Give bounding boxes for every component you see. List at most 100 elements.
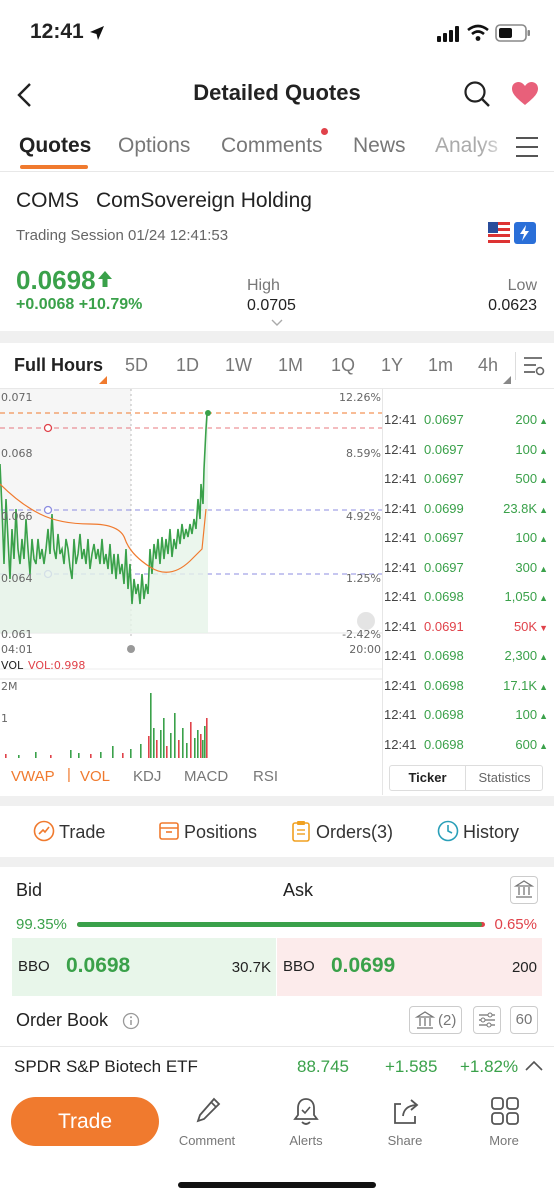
volume-bar bbox=[190, 722, 192, 758]
ticker-tab-group: Ticker Statistics bbox=[389, 765, 543, 791]
section-separator bbox=[0, 796, 554, 806]
bell-icon bbox=[293, 1098, 319, 1125]
ticker-volume-value: 100 bbox=[515, 707, 538, 722]
more-label: More bbox=[489, 1133, 519, 1148]
indicator-kdj[interactable]: KDJ bbox=[133, 768, 161, 785]
expand-chevron-icon[interactable] bbox=[271, 319, 283, 327]
indicator-separator: | bbox=[67, 766, 71, 783]
lightning-badge-icon[interactable] bbox=[514, 222, 536, 244]
indicator-vol[interactable]: VOL bbox=[80, 768, 110, 785]
ticker-price: 0.0697 bbox=[424, 530, 464, 545]
indicator-macd[interactable]: MACD bbox=[184, 768, 228, 785]
chevron-up-icon[interactable] bbox=[525, 1060, 543, 1072]
positions-action[interactable]: Positions bbox=[158, 820, 257, 843]
tab-options[interactable]: Options bbox=[118, 134, 190, 158]
info-icon[interactable] bbox=[122, 1012, 140, 1030]
ask-price: 0.0699 bbox=[331, 954, 396, 977]
bid-size: 30.7K bbox=[231, 959, 271, 976]
favorite-heart-icon[interactable] bbox=[511, 81, 539, 107]
best-ask-panel[interactable]: BBO 0.0699 200 bbox=[277, 938, 542, 996]
ticker-volume-value: 1,050 bbox=[504, 589, 538, 604]
history-action[interactable]: History bbox=[437, 820, 519, 843]
trade-action[interactable]: Trade bbox=[33, 820, 105, 843]
ticker-row: 12:41 0.0691 50K ▼ bbox=[384, 612, 554, 641]
pct-tick-label: 8.59% bbox=[346, 447, 381, 460]
ticker-volume-value: 300 bbox=[515, 559, 538, 575]
volume-bar bbox=[186, 743, 188, 758]
period-1m[interactable]: 1M bbox=[278, 355, 303, 376]
trade-button[interactable]: Trade bbox=[11, 1097, 159, 1146]
period-1y[interactable]: 1Y bbox=[381, 355, 403, 376]
share-label: Share bbox=[387, 1133, 423, 1148]
bid-ratio-fill bbox=[77, 922, 483, 927]
menu-icon[interactable] bbox=[515, 136, 539, 158]
period-1w[interactable]: 1W bbox=[225, 355, 252, 376]
ticker-price: 0.0698 bbox=[424, 677, 464, 693]
indicator-rsi[interactable]: RSI bbox=[253, 768, 278, 785]
period-full-hours[interactable]: Full Hours bbox=[14, 355, 103, 376]
ticker-price: 0.0698 bbox=[424, 707, 464, 722]
us-flag-icon bbox=[488, 222, 510, 244]
ask-label: Ask bbox=[283, 880, 314, 900]
best-bid-panel[interactable]: BBO 0.0698 30.7K bbox=[12, 938, 276, 996]
period-dropdown-corner-icon bbox=[99, 376, 107, 384]
orders-action[interactable]: Orders(3) bbox=[290, 820, 393, 843]
divider bbox=[0, 171, 554, 172]
ticker-direction-icon: ▲ bbox=[539, 593, 548, 603]
y-tick-label: 0.061 bbox=[1, 628, 33, 641]
company-name: ComSovereign Holding bbox=[96, 189, 312, 212]
bank-icon bbox=[414, 1011, 436, 1029]
ticker-volume: 600 ▲ bbox=[515, 737, 548, 752]
exchange-button[interactable] bbox=[510, 876, 538, 904]
y-tick-label: 0.068 bbox=[1, 447, 33, 460]
ticker-volume: 2,300 ▲ bbox=[505, 648, 548, 663]
period-5d[interactable]: 5D bbox=[125, 355, 148, 376]
ticker-volume: 23.8K ▲ bbox=[503, 501, 548, 516]
exchange-filter-button[interactable]: (2) bbox=[409, 1006, 462, 1034]
ticker-time: 12:41 bbox=[384, 618, 417, 634]
ticker-time: 12:41 bbox=[384, 736, 417, 752]
vol-label: VOL bbox=[1, 659, 24, 672]
volume-bar bbox=[202, 740, 204, 758]
tab-news[interactable]: News bbox=[353, 134, 406, 158]
ticker-volume-value: 50K bbox=[513, 618, 538, 634]
ticker-time: 12:41 bbox=[384, 441, 417, 457]
volume-bar bbox=[140, 744, 142, 758]
tab-ticker[interactable]: Ticker bbox=[390, 766, 466, 790]
filter-button[interactable] bbox=[473, 1006, 501, 1034]
tab-comments[interactable]: Comments bbox=[221, 134, 323, 158]
volume-bar bbox=[100, 752, 102, 758]
period-1d[interactable]: 1D bbox=[176, 355, 199, 376]
search-icon[interactable] bbox=[463, 80, 491, 108]
indicator-vwap[interactable]: VWAP bbox=[11, 768, 55, 785]
tab-quotes[interactable]: Quotes bbox=[19, 134, 91, 158]
ticker-direction-icon: ▲ bbox=[539, 504, 548, 515]
chart-settings-icon[interactable] bbox=[522, 355, 546, 377]
ticker-direction-icon: ▲ bbox=[539, 711, 548, 721]
bid-percentage: 99.35% bbox=[16, 916, 67, 933]
related-etf-name[interactable]: SPDR S&P Biotech ETF bbox=[14, 1057, 198, 1077]
ticker-volume: 100 ▲ bbox=[515, 530, 548, 545]
status-time: 12:41 bbox=[30, 20, 84, 43]
period-dropdown-corner-icon bbox=[503, 376, 511, 384]
comment-label: Comment bbox=[178, 1133, 236, 1148]
ticker-direction-icon: ▲ bbox=[539, 475, 548, 485]
high-label: High bbox=[247, 277, 280, 294]
period-1q[interactable]: 1Q bbox=[331, 355, 355, 376]
depth-button[interactable]: 60 bbox=[510, 1006, 538, 1034]
period-1min[interactable]: 1m bbox=[428, 355, 453, 376]
tab-statistics[interactable]: Statistics bbox=[466, 766, 543, 790]
period-4h[interactable]: 4h bbox=[478, 355, 498, 376]
positions-icon bbox=[159, 822, 179, 840]
sliders-icon bbox=[479, 1012, 495, 1028]
volume-bar bbox=[153, 728, 155, 758]
intraday-chart[interactable] bbox=[0, 389, 382, 761]
volume-bar bbox=[148, 736, 150, 758]
ticker-price: 0.0699 bbox=[424, 500, 464, 516]
ticker-time: 12:41 bbox=[384, 500, 417, 516]
trading-session: Trading Session 01/24 12:41:53 bbox=[16, 227, 229, 244]
ticker-price: 0.0691 bbox=[424, 618, 464, 634]
volume-bar bbox=[194, 738, 196, 758]
ticker-price: 0.0697 bbox=[424, 559, 464, 575]
volume-bar bbox=[163, 718, 165, 758]
